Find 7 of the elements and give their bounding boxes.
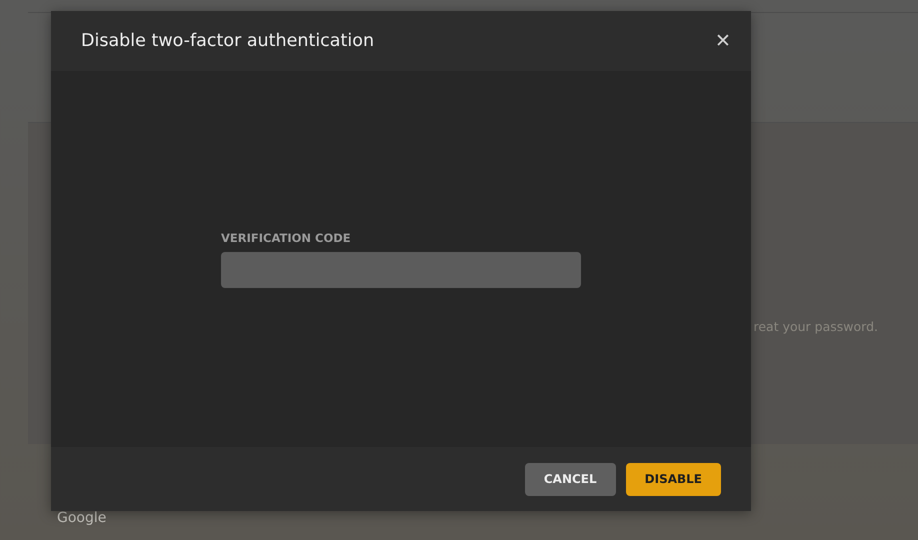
dialog-title: Disable two-factor authentication xyxy=(81,31,374,51)
close-button[interactable]: ✕ xyxy=(715,29,731,53)
google-label: Google xyxy=(57,510,108,526)
field-label: VERIFICATION CODE xyxy=(221,230,352,244)
disable-button[interactable]: DISABLE xyxy=(626,462,721,496)
verification-code-field[interactable] xyxy=(221,252,581,288)
cancel-button[interactable]: CANCEL xyxy=(524,462,616,496)
